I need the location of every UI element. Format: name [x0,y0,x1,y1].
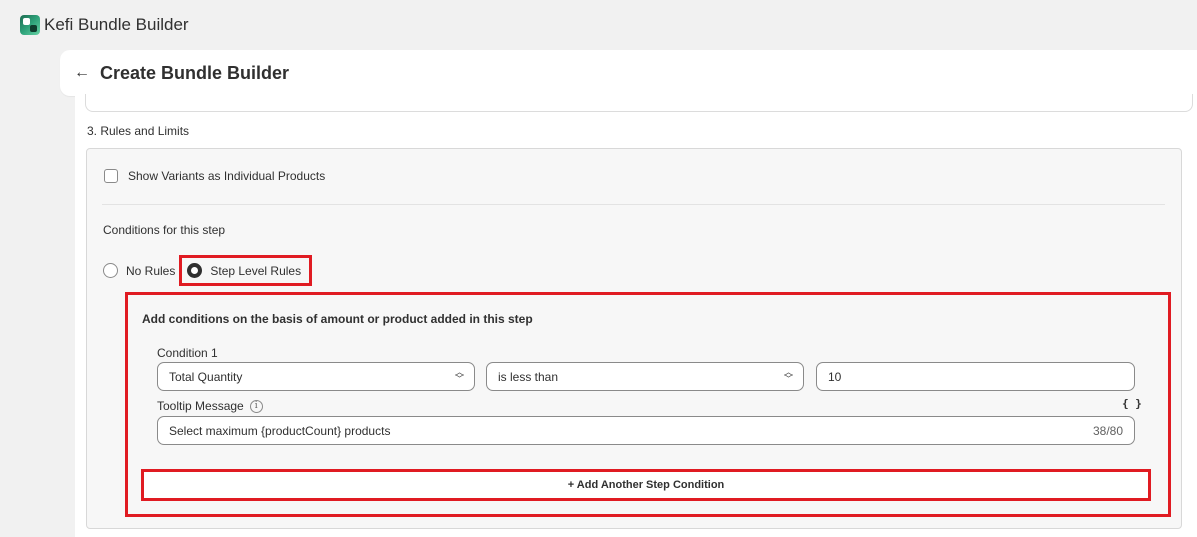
condition-operator-select[interactable]: is less than ︿ ﹀ [486,362,804,391]
page-title: Create Bundle Builder [100,62,290,83]
rules-panel: Show Variants as Individual Products Con… [86,148,1182,529]
conditions-heading: Add conditions on the basis of amount or… [142,312,533,326]
condition-metric-select[interactable]: Total Quantity ︿ ﹀ [157,362,475,391]
left-rail [60,96,75,537]
step-conditions-box: Add conditions on the basis of amount or… [125,292,1171,517]
character-count: 38/80 [1092,424,1123,438]
divider [102,204,1165,205]
show-variants-checkbox[interactable] [104,169,118,183]
condition-operator-value: is less than [498,369,559,384]
condition-label: Condition 1 [157,346,218,360]
tooltip-message-value: Select maximum {productCount} products [169,423,391,438]
condition-value-input[interactable]: 10 [816,362,1135,391]
radio-step-level-rules[interactable] [187,263,203,278]
tooltip-label-text: Tooltip Message [157,399,244,413]
condition-value-text: 10 [828,369,842,384]
tooltip-message-input[interactable]: Select maximum {productCount} products 3… [157,416,1135,445]
previous-section-card-edge [85,94,1193,112]
select-chevron-icon: ︿ ﹀ [454,367,464,384]
section-title: 3. Rules and Limits [87,124,190,138]
rules-radio-group: No Rules Step Level Rules [103,255,313,286]
add-step-condition-button[interactable]: + Add Another Step Condition [141,469,1151,501]
radio-option-step-level-rules[interactable]: Step Level Rules [179,255,313,286]
radio-no-rules[interactable] [103,263,118,278]
app-bar: Kefi Bundle Builder [0,0,1197,50]
conditions-step-heading: Conditions for this step [103,223,226,237]
radio-option-no-rules[interactable]: No Rules [103,263,175,278]
condition-metric-value: Total Quantity [169,369,243,384]
app-title: Kefi Bundle Builder [44,15,189,34]
select-chevron-icon: ︿ ﹀ [783,367,793,384]
page-header: ← Create Bundle Builder [60,50,1197,96]
back-arrow-icon[interactable]: ← [74,64,90,82]
tooltip-message-label: Tooltip Message i [157,399,263,413]
insert-variable-icon[interactable]: { } [1122,397,1142,410]
show-variants-option[interactable]: Show Variants as Individual Products [104,169,325,183]
info-icon[interactable]: i [249,399,263,413]
kefi-logo-icon [20,15,40,35]
show-variants-label: Show Variants as Individual Products [128,169,326,183]
radio-label-step-level-rules: Step Level Rules [210,263,302,278]
radio-label-no-rules: No Rules [126,263,176,278]
content-area: 3. Rules and Limits Show Variants as Ind… [75,94,1197,537]
